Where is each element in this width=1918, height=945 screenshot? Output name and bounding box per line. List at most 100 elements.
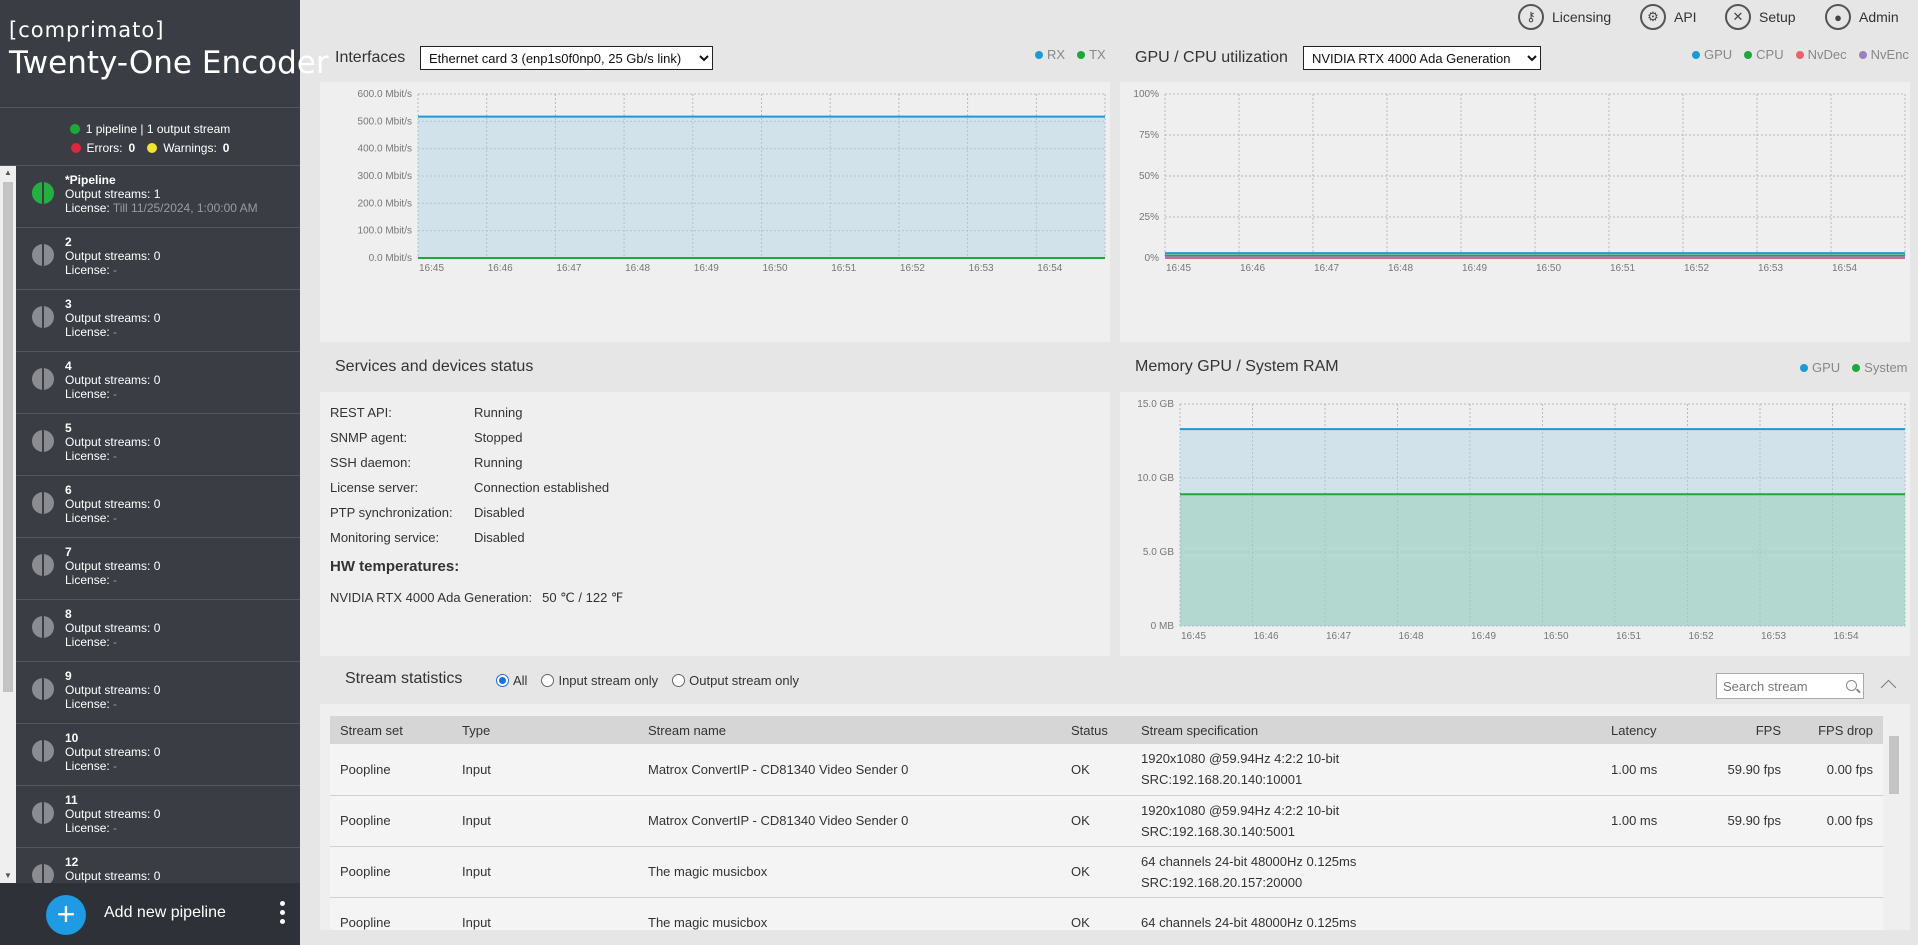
scroll-up-arrow-icon[interactable]: ▲: [0, 166, 16, 180]
radio-all-button[interactable]: [496, 674, 509, 687]
col-fps-drop[interactable]: FPS drop: [1791, 716, 1883, 744]
pipeline-item[interactable]: *Pipeline Output streams: 1 License: Till …: [16, 166, 300, 228]
col-fps[interactable]: FPS: [1691, 716, 1791, 744]
tools-icon: ✕: [1725, 4, 1751, 30]
services-status-list: REST API: Running SNMP agent: Stopped SSH da…: [330, 400, 609, 550]
pipeline-license-value: Till 11/25/2024, 1:00:00 AM: [112, 201, 258, 215]
collapse-chevron-icon[interactable]: [1880, 676, 1896, 692]
warnings-label: Warnings:: [163, 140, 217, 155]
interface-select[interactable]: Ethernet card 3 (enp1s0f0np0, 25 Gb/s li…: [420, 46, 713, 70]
errors-label: Errors:: [86, 140, 123, 155]
search-stream-input[interactable]: Search stream: [1716, 673, 1864, 699]
pipeline-item[interactable]: 5 Output streams: 0 License: -: [16, 414, 300, 476]
x-tick-label: 16:48: [1388, 263, 1413, 274]
col-latency[interactable]: Latency: [1601, 716, 1691, 744]
x-tick-label: 16:53: [969, 263, 994, 274]
cell-type: Input: [452, 897, 638, 930]
more-options-icon[interactable]: [279, 901, 287, 929]
pipeline-status-icon: [32, 864, 54, 883]
table-row[interactable]: Poopline Input The magic musicbox OK 64 chan…: [330, 846, 1883, 898]
nav-api[interactable]: ⚙ API: [1640, 4, 1697, 30]
pipeline-item[interactable]: 7 Output streams: 0 License: -: [16, 538, 300, 600]
x-tick-label: 16:54: [1834, 631, 1859, 642]
pipeline-item[interactable]: 3 Output streams: 0 License: -: [16, 290, 300, 352]
service-status: Running: [474, 405, 523, 420]
pipeline-output-streams: Output streams: 0: [65, 683, 161, 697]
pipeline-license-value: -: [113, 263, 118, 277]
cell-fps-drop: 0.00 fps: [1791, 795, 1883, 847]
col-stream-name[interactable]: Stream name: [638, 716, 1061, 744]
pipeline-name: 2: [65, 235, 72, 249]
nav-licensing[interactable]: ⚷ Licensing: [1518, 4, 1611, 30]
service-name: SSH daemon:: [330, 455, 411, 470]
pipeline-license-value: -: [113, 511, 118, 525]
scrollbar-thumb[interactable]: [3, 182, 13, 692]
nvdec-legend-label: NvDec: [1807, 47, 1847, 62]
errors-count: 0: [128, 140, 136, 155]
service-status-row: Monitoring service: Disabled: [330, 525, 609, 550]
radio-output-button[interactable]: [672, 674, 686, 687]
table-scrollbar-thumb[interactable]: [1889, 736, 1899, 794]
pipeline-name: 11: [65, 793, 78, 807]
x-tick-label: 16:45: [419, 263, 444, 274]
pipeline-item[interactable]: 11 Output streams: 0 License: -: [16, 786, 300, 848]
x-tick-label: 16:45: [1181, 631, 1206, 642]
cell-status: OK: [1061, 897, 1131, 930]
series-area-rx: [418, 116, 1105, 258]
pipeline-license-value: -: [113, 325, 118, 339]
hw-device-label: NVIDIA RTX 4000 Ada Generation:: [330, 590, 533, 605]
pipeline-output-streams: Output streams: 0: [65, 435, 161, 449]
pipeline-list-scrollbar[interactable]: ▲ ▼: [0, 166, 16, 883]
add-pipeline-button[interactable]: +: [46, 895, 86, 935]
nav-setup-label: Setup: [1759, 9, 1796, 25]
table-scrollbar[interactable]: [1886, 728, 1902, 928]
gpu-cpu-chart-box: 0% 25% 50% 75% 100% 16:45 16:46 16:47 16:48 16:49…: [1120, 82, 1910, 342]
nav-api-label: API: [1674, 9, 1697, 25]
col-stream-set[interactable]: Stream set: [330, 716, 452, 744]
nav-setup[interactable]: ✕ Setup: [1725, 4, 1796, 30]
cell-latency: 1.00 ms: [1601, 744, 1691, 796]
x-tick-label: 16:52: [1684, 263, 1709, 274]
y-tick-label: 0.0 Mbit/s: [369, 253, 412, 264]
add-pipeline-label[interactable]: Add new pipeline: [104, 904, 226, 922]
col-stream-spec[interactable]: Stream specification: [1131, 716, 1601, 744]
radio-all[interactable]: All: [496, 673, 527, 688]
cell-fps: [1691, 897, 1791, 930]
pipeline-status-icon: [32, 244, 54, 266]
gpu-select[interactable]: NVIDIA RTX 4000 Ada Generation: [1303, 46, 1541, 70]
cpu-legend-label: CPU: [1756, 47, 1784, 62]
radio-output-only[interactable]: Output stream only: [672, 673, 799, 688]
interfaces-title: Interfaces: [335, 49, 406, 66]
pipeline-item[interactable]: 4 Output streams: 0 License: -: [16, 352, 300, 414]
pipeline-output-streams: Output streams: 1: [65, 187, 161, 201]
x-tick-label: 16:50: [1536, 263, 1561, 274]
pipeline-license-label: License:: [65, 511, 110, 525]
pipeline-list[interactable]: ▲ ▼ *Pipeline Output streams: 1 License: T…: [0, 166, 300, 883]
scroll-down-arrow-icon[interactable]: ▼: [0, 869, 16, 883]
table-row[interactable]: Poopline Input Matrox ConvertIP - CD81340 …: [330, 744, 1883, 796]
table-row[interactable]: Poopline Input The magic musicbox OK 64 chan…: [330, 897, 1883, 930]
pipeline-license-value: -: [113, 821, 118, 835]
pipeline-status-icon: [32, 430, 54, 452]
pipeline-item[interactable]: 9 Output streams: 0 License: -: [16, 662, 300, 724]
spec-line-2: SRC:192.168.30.140:5001: [1141, 823, 1295, 839]
col-status[interactable]: Status: [1061, 716, 1131, 744]
pipeline-item[interactable]: 12Output streams: 0License:: [16, 848, 300, 883]
table-row[interactable]: Poopline Input Matrox ConvertIP - CD81340 …: [330, 795, 1883, 847]
y-tick-label: 100%: [1133, 89, 1159, 100]
pipeline-item[interactable]: 2 Output streams: 0 License: -: [16, 228, 300, 290]
cell-stream-set: Poopline: [330, 795, 452, 847]
radio-input-only[interactable]: Input stream only: [541, 673, 658, 688]
x-tick-label: 16:49: [694, 263, 719, 274]
pipeline-item[interactable]: 8 Output streams: 0 License: -: [16, 600, 300, 662]
col-type[interactable]: Type: [452, 716, 638, 744]
y-tick-label: 200.0 Mbit/s: [358, 198, 412, 209]
pipeline-item[interactable]: 10 Output streams: 0 License: -: [16, 724, 300, 786]
nav-admin[interactable]: ● Admin: [1825, 4, 1899, 30]
gpu-legend-label: GPU: [1704, 47, 1733, 62]
radio-input-button[interactable]: [541, 674, 555, 687]
x-tick-label: 16:49: [1471, 631, 1496, 642]
pipeline-item[interactable]: 6 Output streams: 0 License: -: [16, 476, 300, 538]
pipeline-status-icon: [32, 182, 54, 204]
nav-admin-label: Admin: [1859, 9, 1899, 25]
